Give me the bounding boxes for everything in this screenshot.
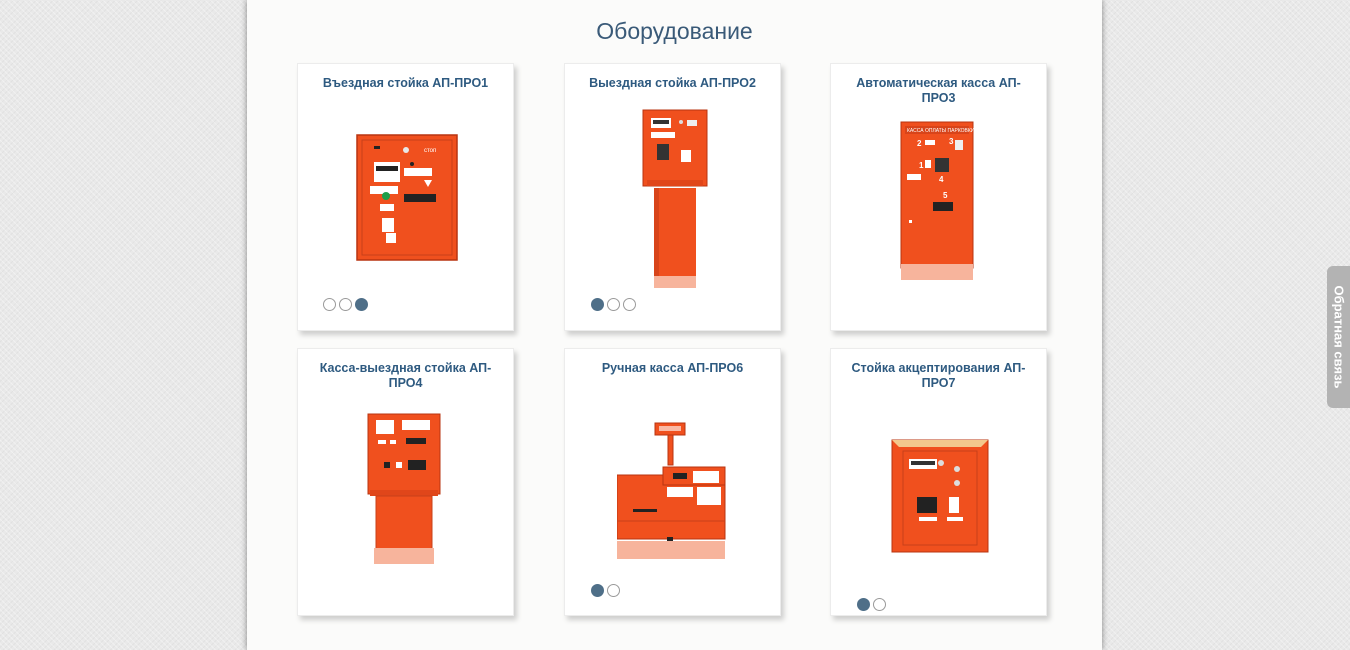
section-title: Оборудование <box>596 18 753 44</box>
slide-dot-active[interactable] <box>355 298 368 311</box>
slide-dot[interactable] <box>323 298 336 311</box>
product-image-cash-exit-terminal <box>367 413 441 564</box>
product-card-ap-pro3[interactable]: Автоматическая касса АП-ПРО3 КАССА ОПЛАТ… <box>830 63 1047 331</box>
svg-text:2: 2 <box>917 139 922 148</box>
svg-text:1: 1 <box>919 161 924 170</box>
svg-text:КАССА ОПЛАТЫ ПАРКОВКИ: КАССА ОПЛАТЫ ПАРКОВКИ <box>907 128 975 134</box>
product-title[interactable]: Въездная стойка АП-ПРО1 <box>308 76 503 91</box>
product-image-exit-terminal <box>642 109 708 288</box>
product-card-ap-pro1[interactable]: Въездная стойка АП-ПРО1 стоп <box>297 63 514 331</box>
slide-dot[interactable] <box>873 598 886 611</box>
product-image-manual-cash-desk <box>617 422 726 559</box>
feedback-label: Обратная связь <box>1331 285 1346 389</box>
svg-text:4: 4 <box>939 175 944 184</box>
product-title[interactable]: Касса-выездная стойка АП-ПРО4 <box>308 361 503 391</box>
content-area: Оборудование Въездная стойка АП-ПРО1 сто… <box>247 0 1102 650</box>
slide-dot[interactable] <box>607 298 620 311</box>
product-image-payment-kiosk: КАССА ОПЛАТЫ ПАРКОВКИ 2 3 1 4 5 <box>900 121 975 280</box>
product-image-acceptance-terminal <box>891 439 989 553</box>
product-title[interactable]: Стойка акцептирования АП-ПРО7 <box>841 361 1036 391</box>
svg-text:3: 3 <box>949 137 954 146</box>
slider-dots <box>591 298 636 313</box>
product-card-ap-pro6[interactable]: Ручная касса АП-ПРО6 <box>564 348 781 616</box>
slide-dot[interactable] <box>339 298 352 311</box>
slider-dots <box>591 584 620 599</box>
product-card-ap-pro2[interactable]: Выездная стойка АП-ПРО2 <box>564 63 781 331</box>
slide-dot-active[interactable] <box>591 584 604 597</box>
svg-text:стоп: стоп <box>424 148 436 154</box>
slide-dot-active[interactable] <box>857 598 870 611</box>
slide-dot[interactable] <box>607 584 620 597</box>
product-title[interactable]: Автоматическая касса АП-ПРО3 <box>841 76 1036 106</box>
slider-dots <box>857 598 886 613</box>
product-title[interactable]: Выездная стойка АП-ПРО2 <box>575 76 770 91</box>
slider-dots <box>323 298 368 313</box>
product-title[interactable]: Ручная касса АП-ПРО6 <box>575 361 770 376</box>
product-image-entry-terminal: стоп <box>356 134 458 261</box>
product-card-ap-pro7[interactable]: Стойка акцептирования АП-ПРО7 <box>830 348 1047 616</box>
slide-dot-active[interactable] <box>591 298 604 311</box>
svg-text:5: 5 <box>943 191 948 200</box>
product-card-ap-pro4[interactable]: Касса-выездная стойка АП-ПРО4 <box>297 348 514 616</box>
feedback-tab[interactable]: Обратная связь <box>1327 266 1350 408</box>
slide-dot[interactable] <box>623 298 636 311</box>
